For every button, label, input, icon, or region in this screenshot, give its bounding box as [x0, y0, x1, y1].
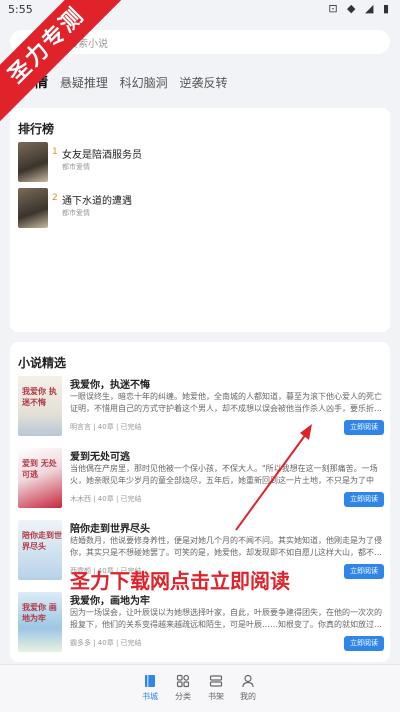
- book-icon: [145, 675, 155, 687]
- status-icons: ⊡ ◆ ◢ ▮: [328, 2, 392, 15]
- nav-label: 书架: [208, 692, 224, 701]
- status-time: 5:55: [8, 3, 33, 16]
- cover-title: 陪你走到世界尽头: [22, 531, 62, 551]
- category-icon: [176, 674, 190, 688]
- read-now-button[interactable]: 立即阅读: [344, 420, 384, 435]
- cover-title: 我爱你 画地为牢: [22, 603, 57, 623]
- read-now-button[interactable]: 立即阅读: [344, 636, 384, 651]
- book-description: 因为一场误会，让叶辰误以为她想选择叶家，自此，叶辰要争建得团失，在他的一次次的报…: [70, 608, 382, 629]
- nav-profile[interactable]: 我的: [228, 673, 268, 702]
- book-title: 我爱你，画地为牢: [70, 596, 150, 607]
- picks-title: 小说精选: [18, 356, 67, 370]
- ranking-item[interactable]: 2 通下水道的遭遇 都市爱情: [18, 188, 378, 230]
- user-icon: [242, 674, 254, 688]
- book-title: 陪你走到世界尽头: [70, 524, 150, 535]
- book-cover: 我爱你 执迷不悔: [18, 376, 62, 436]
- book-description: 当他偶在产房里，那时见他被一个保小孩，不保大人。"所以我想在这一刻那痛苦。一场火…: [70, 464, 378, 485]
- book-list-item[interactable]: 爱到 无处可逃 爱到无处可逃 当他偶在产房里，那时见他被一个保小孩，不保大人。"…: [18, 448, 384, 518]
- ranking-title: 排行榜: [18, 122, 55, 136]
- category-tabs: 剧情 悬疑推理 科幻脑洞 逆袭反转: [20, 72, 236, 94]
- ranking-card: 排行榜 1 女友是陪酒服务员 都市爱情 2 通下水道的遭遇 都市爱情: [10, 108, 390, 332]
- book-title: 我爱你，执迷不悔: [70, 380, 150, 391]
- nav-label: 我的: [240, 692, 256, 701]
- book-meta: 木木西 | 40章 | 已完结: [70, 495, 142, 503]
- nav-label: 书城: [142, 692, 158, 701]
- book-cover: 爱到 无处可逃: [18, 448, 62, 508]
- watermark-caption: 圣力下载网点击立即阅读: [70, 569, 290, 593]
- book-cover: 陪你走到世界尽头: [18, 520, 62, 580]
- book-cover: 我爱你 画地为牢: [18, 592, 62, 652]
- rank-book-tag: 都市爱情: [62, 209, 90, 217]
- rank-book-title: 女友是陪酒服务员: [62, 150, 142, 161]
- bottom-nav: 书城 分类 书架 我的: [0, 664, 400, 712]
- ranking-item[interactable]: 1 女友是陪酒服务员 都市爱情: [18, 142, 378, 184]
- book-cover: [18, 142, 48, 182]
- tab-scifi[interactable]: 科幻脑洞: [120, 76, 168, 90]
- cover-title: 我爱你 执迷不悔: [22, 387, 57, 407]
- rank-number: 1: [52, 147, 58, 157]
- rank-book-title: 通下水道的遭遇: [62, 196, 132, 207]
- book-description: 一眼误终生，暗恋十年的纠缠。她爱他，全南城的人都知道，暮至为滚下他心爱人的死亡证…: [70, 392, 382, 413]
- tab-mystery[interactable]: 悬疑推理: [60, 76, 108, 90]
- rank-number: 2: [52, 193, 58, 203]
- book-cover: [18, 188, 48, 228]
- book-meta: 明言言 | 40章 | 已完结: [70, 423, 142, 431]
- rank-book-tag: 都市爱情: [62, 163, 90, 171]
- read-now-button[interactable]: 立即阅读: [344, 492, 384, 507]
- cover-title: 爱到 无处可逃: [22, 459, 57, 479]
- picks-card: 小说精选 我爱你 执迷不悔 我爱你，执迷不悔 一眼误终生，暗恋十年的纠缠。她爱他…: [10, 342, 390, 662]
- tab-reversal[interactable]: 逆袭反转: [180, 76, 228, 90]
- shelf-icon: [209, 675, 223, 687]
- book-title: 爱到无处可逃: [70, 452, 130, 463]
- book-meta: 霸多多 | 40章 | 已完结: [70, 639, 142, 647]
- read-now-button[interactable]: 立即阅读: [344, 564, 384, 579]
- book-description: 结婚数月，他说要修身养性，便是对她几个月的不闻不问。其实她知道，他刚走是为了侵你…: [70, 536, 382, 557]
- book-list-item[interactable]: 我爱你 画地为牢 我爱你，画地为牢 因为一场误会，让叶辰误以为她想选择叶家，自此…: [18, 592, 384, 662]
- book-list-item[interactable]: 我爱你 执迷不悔 我爱你，执迷不悔 一眼误终生，暗恋十年的纠缠。她爱他，全南城的…: [18, 376, 384, 446]
- nav-label: 分类: [175, 692, 191, 701]
